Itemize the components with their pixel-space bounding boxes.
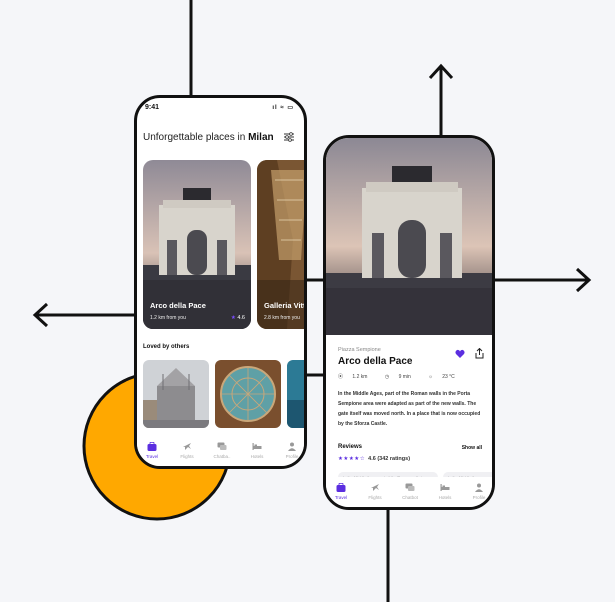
image-pager-dots[interactable] [396,327,421,345]
plane-icon [371,484,379,491]
tab-hotels[interactable]: Hotels [242,442,272,459]
phone-home-screen: 9:41 ıl ≈ ▭ Unforgettable places in Mila… [134,95,307,469]
user-icon [475,483,483,492]
status-icons: ıl ≈ ▭ [272,105,294,111]
suitcase-icon [336,483,346,492]
sun-icon: ☼ [428,374,433,380]
duomo-photo [143,360,209,428]
card-title: Arco della Pace [150,301,206,310]
third-photo [287,360,304,428]
hero-photo [326,138,492,335]
thumb-duomo[interactable] [143,360,209,428]
chat-icon [405,483,415,491]
phone-detail-screen: Piazza Sempione Arco della Pace ⦿ 1.2 km… [323,135,495,510]
status-time: 9:41 [145,104,160,111]
distance-info: ⦿ 1.2 km [338,374,368,380]
loved-by-others-heading: Loved by others [143,344,190,350]
tab-travel[interactable]: Travel [137,442,167,459]
place-area: Piazza Sempione [338,347,381,353]
star-icon: ★ [230,315,236,321]
show-all-link[interactable]: Show all [462,445,482,451]
tab-profile[interactable]: Profile [277,442,304,459]
temperature-info: ☼ 23 °C [428,374,455,380]
filter-icon[interactable] [283,131,295,143]
place-meta: ⦿ 1.2 km ◷ 9 min ☼ 23 °C [338,373,471,380]
suitcase-icon [147,442,157,451]
card-distance: 2.8 km from you [264,315,300,321]
card-distance: 1.2 km from you [150,315,186,321]
tab-profile[interactable]: Profile [464,483,492,500]
card-title: Galleria Vitt [264,301,306,310]
tab-flights[interactable]: Flights [172,442,202,459]
bed-icon [440,484,450,491]
favorite-heart-icon[interactable] [455,349,465,359]
tab-travel[interactable]: Travel [326,483,356,500]
card-rating: ★ 4.6 [230,315,245,321]
place-card-arco[interactable]: Arco della Pace 1.2 km from you ★ 4.6 [143,160,251,329]
chat-icon [217,442,227,450]
tab-hotels[interactable]: Hotels [430,483,460,500]
share-icon[interactable] [475,348,484,359]
thumb-galleria-dome[interactable] [215,360,281,428]
tab-bar: Travel Flights Chatbot Hotels Profile [326,477,492,507]
place-card-galleria[interactable]: Galleria Vitt 2.8 km from you [257,160,306,329]
page-title: Unforgettable places in Milan [143,132,274,143]
background-decoration [32,0,592,602]
bed-icon [252,443,262,450]
reviews-heading: Reviews [338,444,363,450]
tab-chatbot[interactable]: Chatba.. [207,442,237,459]
tab-chatbot[interactable]: Chatbot [395,483,425,500]
star-rating-icons: ★★★★☆ [338,456,366,462]
user-icon [288,442,296,451]
plane-icon [183,443,191,450]
rating-summary: ★★★★☆ 4.6 (342 ratings) [338,456,411,462]
tab-flights[interactable]: Flights [360,483,390,500]
status-bar: 9:41 ıl ≈ ▭ [145,104,294,114]
thumb-third[interactable] [287,360,304,428]
walk-time-info: ◷ 9 min [384,374,411,380]
place-title: Arco della Pace [338,356,413,367]
clock-icon: ◷ [384,374,390,380]
location-pin-icon: ⦿ [338,374,344,380]
tab-bar: Travel Flights Chatba.. Hotels Profile [137,436,304,466]
place-description: In the Middle Ages, part of the Roman wa… [338,391,481,427]
dome-photo [215,360,281,428]
